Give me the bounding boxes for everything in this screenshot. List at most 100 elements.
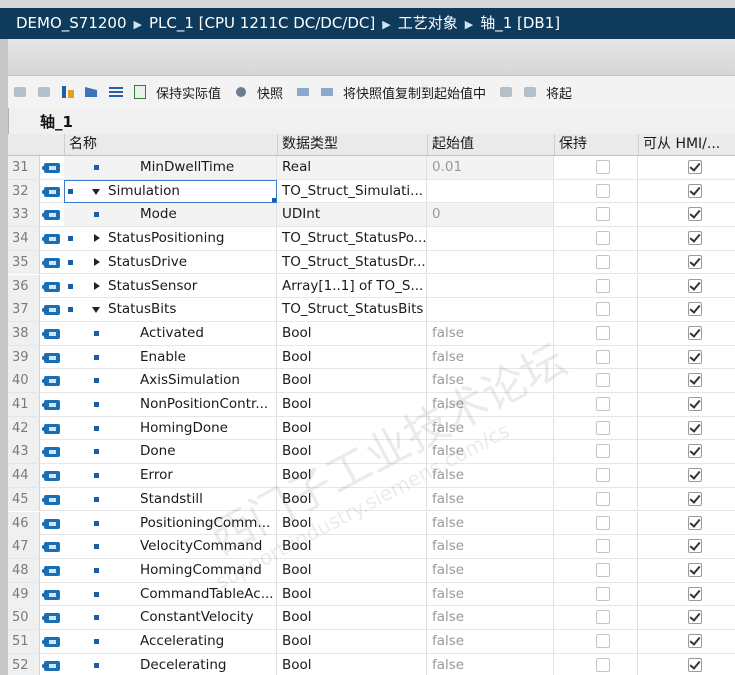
table-row[interactable]: 38 Activated Bool false	[8, 321, 735, 346]
retain-checkbox[interactable]	[596, 183, 610, 198]
hmi-accessible-checkbox[interactable]	[688, 515, 702, 530]
row-data-type[interactable]: Bool	[277, 487, 427, 511]
row-start-value[interactable]: 0	[427, 203, 554, 227]
table-row[interactable]: 41 NonPositionContr... Bool false	[8, 393, 735, 417]
table-row[interactable]: 39 Enable Bool false	[8, 345, 735, 370]
table-row[interactable]: 37 StatusBits TO_Struct_StatusBits	[8, 298, 735, 322]
retain-checkbox[interactable]	[596, 349, 610, 364]
row-data-type[interactable]: Bool	[277, 416, 427, 440]
row-name[interactable]: Done	[64, 440, 277, 464]
row-start-value[interactable]	[427, 227, 554, 251]
row-name[interactable]: Simulation	[64, 179, 277, 203]
row-name[interactable]: VelocityCommand	[64, 535, 277, 559]
row-start-value[interactable]: false	[427, 487, 554, 511]
table-row[interactable]: 40 AxisSimulation Bool false	[8, 369, 735, 393]
hmi-accessible-checkbox[interactable]	[688, 444, 702, 459]
retain-checkbox[interactable]	[596, 539, 610, 554]
row-data-type[interactable]: Bool	[277, 369, 427, 393]
row-start-value[interactable]: false	[427, 369, 554, 393]
row-number[interactable]: 44	[8, 464, 40, 488]
expand-arrow-icon[interactable]	[94, 257, 100, 266]
row-data-type[interactable]: Bool	[277, 345, 427, 369]
row-number[interactable]: 38	[8, 321, 40, 345]
retain-checkbox[interactable]	[596, 278, 610, 293]
list-view-icon[interactable]	[108, 84, 124, 100]
row-number[interactable]: 47	[8, 535, 40, 559]
row-name[interactable]: StatusSensor	[64, 274, 277, 298]
row-data-type[interactable]: Bool	[277, 653, 427, 675]
keep-actual-values-button[interactable]: 保持实际值	[156, 83, 221, 102]
row-start-value[interactable]: false	[427, 535, 554, 559]
row-name[interactable]: Mode	[64, 203, 277, 227]
hmi-accessible-checkbox[interactable]	[688, 183, 702, 198]
row-start-value[interactable]	[427, 179, 554, 203]
table-row[interactable]: 51 Accelerating Bool false	[8, 630, 735, 654]
retain-checkbox[interactable]	[596, 586, 610, 601]
table-row[interactable]: 46 PositioningComm... Bool false	[8, 511, 735, 536]
row-name[interactable]: ConstantVelocity	[64, 606, 277, 630]
row-data-type[interactable]: Bool	[277, 393, 427, 416]
breadcrumb-technology-objects[interactable]: 工艺对象	[398, 14, 458, 32]
row-number[interactable]: 42	[8, 416, 40, 440]
breadcrumb-plc[interactable]: PLC_1 [CPU 1211C DC/DC/DC]	[149, 14, 375, 32]
row-start-value[interactable]	[427, 274, 554, 298]
table-row[interactable]: 45 Standstill Bool false	[8, 487, 735, 512]
row-start-value[interactable]	[427, 298, 554, 322]
row-name[interactable]: StatusPositioning	[64, 227, 277, 251]
hmi-accessible-checkbox[interactable]	[688, 539, 702, 554]
row-data-type[interactable]: Bool	[277, 582, 427, 606]
row-data-type[interactable]: Bool	[277, 535, 427, 559]
table-row[interactable]: 48 HomingCommand Bool false	[8, 558, 735, 583]
row-data-type[interactable]: Bool	[277, 558, 427, 582]
row-start-value[interactable]: false	[427, 606, 554, 630]
row-data-type[interactable]: UDInt	[277, 203, 427, 227]
retain-checkbox[interactable]	[596, 515, 610, 530]
hmi-accessible-checkbox[interactable]	[688, 254, 702, 269]
row-start-value[interactable]: false	[427, 464, 554, 488]
header-hmi-accessible[interactable]: 可从 HMI/...	[638, 134, 735, 155]
row-number[interactable]: 52	[8, 653, 40, 675]
retain-checkbox[interactable]	[596, 373, 610, 388]
retain-checkbox[interactable]	[596, 657, 610, 672]
row-start-value[interactable]: false	[427, 558, 554, 582]
retain-checkbox[interactable]	[596, 444, 610, 459]
row-number[interactable]: 36	[8, 274, 40, 298]
row-number[interactable]: 45	[8, 487, 40, 511]
expand-all-icon[interactable]	[60, 84, 76, 100]
header-data-type[interactable]: 数据类型	[277, 134, 427, 155]
header-retain[interactable]: 保持	[554, 134, 638, 155]
retain-checkbox[interactable]	[596, 634, 610, 648]
hmi-accessible-checkbox[interactable]	[688, 349, 702, 364]
hmi-accessible-checkbox[interactable]	[688, 657, 702, 672]
table-row[interactable]: 34 StatusPositioning TO_Struct_StatusPo...	[8, 227, 735, 251]
retain-checkbox[interactable]	[596, 397, 610, 411]
row-data-type[interactable]: Bool	[277, 606, 427, 630]
table-row[interactable]: 32 Simulation TO_Struct_Simulati...	[8, 179, 735, 204]
retain-checkbox[interactable]	[596, 254, 610, 269]
hmi-accessible-checkbox[interactable]	[688, 373, 702, 388]
table-row[interactable]: 49 CommandTableAc... Bool false	[8, 582, 735, 607]
retain-checkbox[interactable]	[596, 420, 610, 435]
header-name[interactable]: 名称	[64, 134, 277, 155]
table-row[interactable]: 35 StatusDrive TO_Struct_StatusDr...	[8, 250, 735, 275]
row-start-value[interactable]: false	[427, 653, 554, 675]
row-data-type[interactable]: Bool	[277, 440, 427, 464]
hmi-accessible-checkbox[interactable]	[688, 610, 702, 625]
row-number[interactable]: 50	[8, 606, 40, 630]
row-number[interactable]: 31	[8, 156, 40, 179]
row-start-value[interactable]: false	[427, 393, 554, 416]
hmi-accessible-checkbox[interactable]	[688, 468, 702, 483]
row-data-type[interactable]: TO_Struct_StatusDr...	[277, 250, 427, 274]
row-start-value[interactable]: false	[427, 511, 554, 535]
row-number[interactable]: 34	[8, 227, 40, 251]
row-name[interactable]: StatusDrive	[64, 250, 277, 274]
retain-checkbox[interactable]	[596, 231, 610, 246]
row-name[interactable]: HomingDone	[64, 416, 277, 440]
row-name[interactable]: MinDwellTime	[64, 156, 277, 179]
collapse-arrow-icon[interactable]	[92, 307, 100, 314]
hmi-accessible-checkbox[interactable]	[688, 302, 702, 317]
hmi-accessible-checkbox[interactable]	[688, 231, 702, 246]
retain-checkbox[interactable]	[596, 468, 610, 483]
row-name[interactable]: Error	[64, 464, 277, 488]
hmi-accessible-checkbox[interactable]	[688, 160, 702, 174]
